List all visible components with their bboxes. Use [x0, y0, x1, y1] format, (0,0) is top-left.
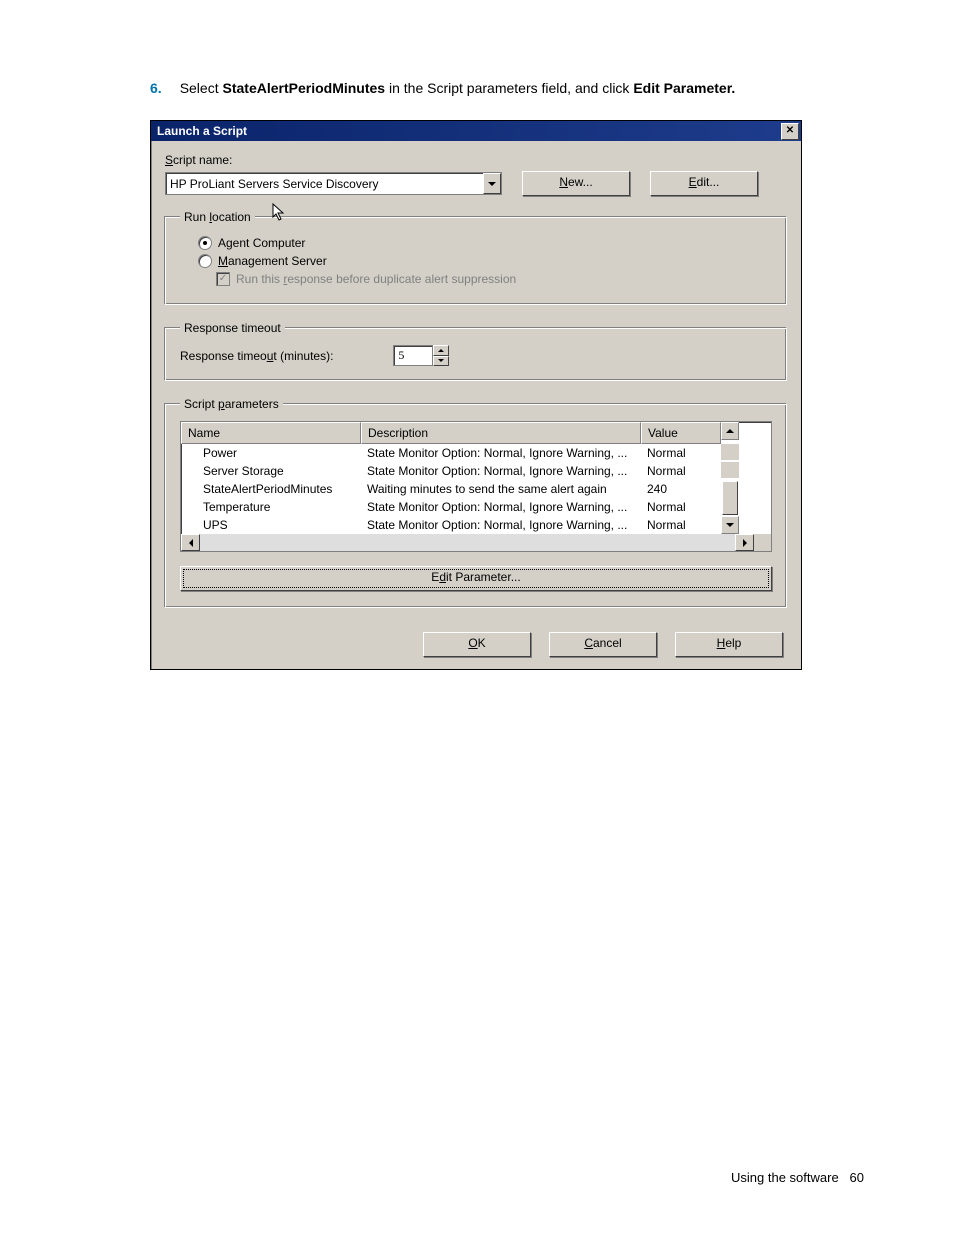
- scriptname-input[interactable]: [166, 177, 483, 191]
- scroll-right-icon[interactable]: [735, 534, 754, 551]
- table-cell[interactable]: Normal: [641, 498, 721, 516]
- run-response-checkbox: ✓ Run this response before duplicate ale…: [216, 272, 772, 286]
- scroll-left-icon[interactable]: [181, 534, 200, 551]
- run-location-group: Run location Agent Computer Management S…: [165, 210, 787, 305]
- scrollbar-thumb[interactable]: [722, 481, 738, 515]
- table-cell[interactable]: Power: [181, 444, 361, 462]
- scrollbar-track[interactable]: [200, 534, 735, 551]
- page-footer: Using the software 60: [731, 1170, 864, 1185]
- timeout-spinner[interactable]: [393, 345, 449, 366]
- response-timeout-label: Response timeout (minutes):: [180, 349, 333, 363]
- cancel-button[interactable]: Cancel: [549, 632, 657, 657]
- close-icon[interactable]: ✕: [781, 123, 799, 140]
- table-cell[interactable]: State Monitor Option: Normal, Ignore War…: [361, 498, 641, 516]
- checkbox-icon: ✓: [216, 272, 230, 286]
- edit-parameter-button[interactable]: Edit Parameter...: [180, 566, 772, 591]
- table-cell[interactable]: UPS: [181, 516, 361, 534]
- scrollbar-corner: [754, 534, 771, 551]
- response-timeout-legend: Response timeout: [180, 321, 285, 335]
- table-cell[interactable]: Server Storage: [181, 462, 361, 480]
- col-name-header[interactable]: Name: [181, 422, 361, 444]
- run-location-legend: Run location: [180, 210, 255, 224]
- table-cell[interactable]: StateAlertPeriodMinutes: [181, 480, 361, 498]
- scriptname-combo[interactable]: [165, 172, 502, 195]
- spinner-down-icon[interactable]: [433, 356, 449, 367]
- scrollbar-track[interactable]: [721, 444, 739, 460]
- table-cell[interactable]: State Monitor Option: Normal, Ignore War…: [361, 444, 641, 462]
- radio-icon: [198, 236, 212, 250]
- launch-script-dialog: Launch a Script ✕ Script name: New...: [150, 120, 802, 670]
- instruction-text: Select StateAlertPeriodMinutes in the Sc…: [180, 80, 736, 96]
- spinner-up-icon[interactable]: [433, 345, 449, 356]
- agent-computer-radio[interactable]: Agent Computer: [198, 236, 772, 250]
- scriptname-label: Script name:: [165, 153, 787, 167]
- step-number: 6.: [150, 80, 162, 96]
- chevron-down-icon[interactable]: [483, 173, 501, 194]
- table-cell[interactable]: 240: [641, 480, 721, 498]
- scroll-up-icon[interactable]: [721, 422, 739, 440]
- script-parameters-group: Script parameters Name Description Value…: [165, 397, 787, 608]
- script-parameters-legend: Script parameters: [180, 397, 283, 411]
- table-cell[interactable]: Normal: [641, 444, 721, 462]
- table-cell[interactable]: Normal: [641, 462, 721, 480]
- dialog-title: Launch a Script: [157, 124, 247, 138]
- radio-icon: [198, 254, 212, 268]
- col-value-header[interactable]: Value: [641, 422, 721, 444]
- scroll-down-icon[interactable]: [721, 516, 739, 534]
- instruction-line: 6. Select StateAlertPeriodMinutes in the…: [150, 80, 884, 96]
- timeout-input[interactable]: [393, 345, 433, 366]
- help-button[interactable]: Help: [675, 632, 783, 657]
- titlebar[interactable]: Launch a Script ✕: [151, 121, 801, 141]
- table-cell[interactable]: Temperature: [181, 498, 361, 516]
- new-button[interactable]: New...: [522, 171, 630, 196]
- parameters-table[interactable]: Name Description Value Power State Monit…: [180, 421, 772, 552]
- table-cell[interactable]: Waiting minutes to send the same alert a…: [361, 480, 641, 498]
- management-server-radio[interactable]: Management Server: [198, 254, 772, 268]
- table-cell[interactable]: State Monitor Option: Normal, Ignore War…: [361, 462, 641, 480]
- col-desc-header[interactable]: Description: [361, 422, 641, 444]
- scrollbar-track[interactable]: [721, 462, 739, 478]
- table-cell[interactable]: State Monitor Option: Normal, Ignore War…: [361, 516, 641, 534]
- ok-button[interactable]: OK: [423, 632, 531, 657]
- response-timeout-group: Response timeout Response timeout (minut…: [165, 321, 787, 381]
- edit-button[interactable]: Edit...: [650, 171, 758, 196]
- table-cell[interactable]: Normal: [641, 516, 721, 534]
